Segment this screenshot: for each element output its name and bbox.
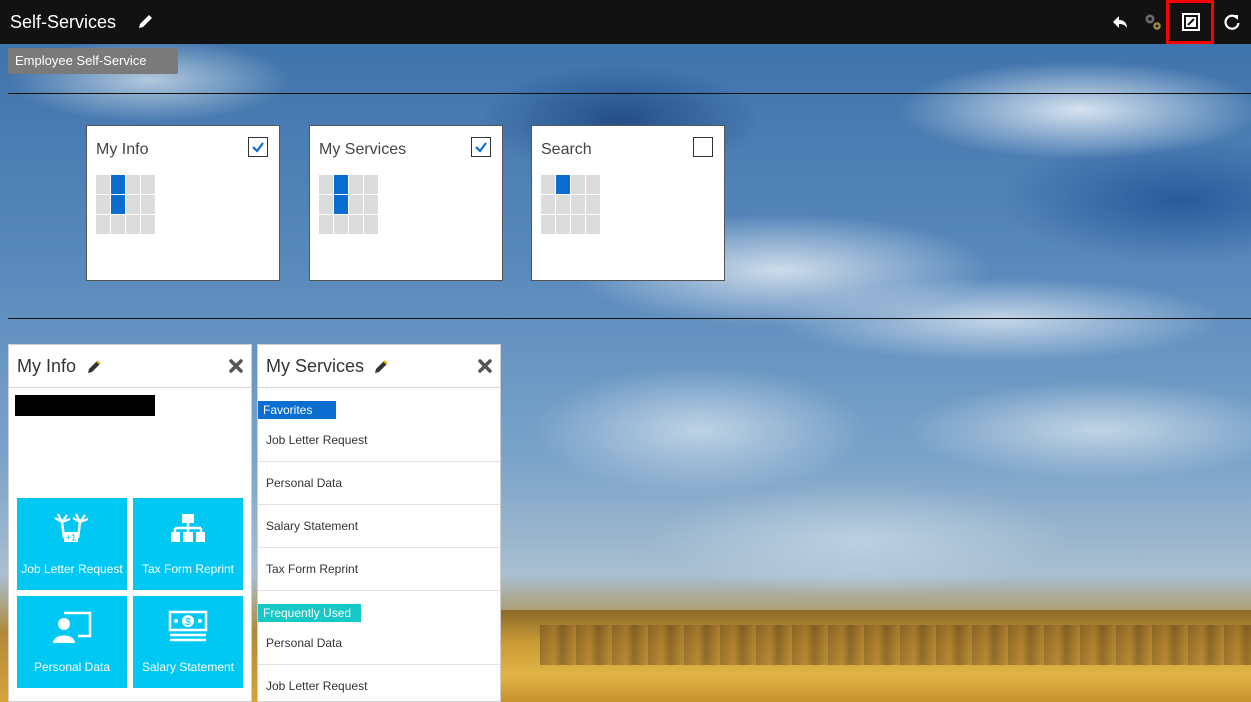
list-item[interactable]: Job Letter Request: [258, 419, 500, 462]
checkmark-icon: [475, 142, 487, 153]
trees-background: [540, 625, 1251, 665]
list-item[interactable]: Personal Data: [258, 622, 500, 665]
service-tiles: +1 Job Letter Request Tax Form Reprint P…: [17, 498, 243, 688]
frequently-used-section: Frequently Used Personal Data Job Letter…: [258, 591, 500, 701]
config-tile-my-services[interactable]: My Services: [309, 125, 503, 281]
config-checkbox[interactable]: [248, 137, 268, 157]
layout-grid-preview: [541, 175, 600, 234]
close-icon[interactable]: [477, 358, 493, 374]
tile-personal-data[interactable]: Personal Data: [17, 596, 127, 688]
panel-title: My Services: [266, 356, 365, 376]
tile-label: Tax Form Reprint: [141, 562, 235, 576]
favorites-section: Favorites Job Letter Request Personal Da…: [258, 388, 500, 591]
org-chart-icon: [171, 514, 205, 542]
pencil-icon[interactable]: [136, 13, 154, 31]
layout-grid-preview: [319, 175, 378, 234]
divider: [8, 318, 1251, 319]
pencil-icon[interactable]: [373, 359, 389, 375]
config-tile-label: My Info: [96, 141, 149, 158]
pencil-icon[interactable]: [86, 359, 102, 375]
redacted-name: [15, 395, 155, 416]
config-tile-my-info[interactable]: My Info: [86, 125, 280, 281]
refresh-icon[interactable]: [1222, 12, 1242, 32]
divider: [8, 93, 1251, 94]
close-icon[interactable]: [228, 358, 244, 374]
breadcrumb[interactable]: Employee Self-Service: [8, 48, 178, 74]
money-bill-icon: $: [168, 610, 208, 642]
tile-salary-statement[interactable]: $ Salary Statement: [133, 596, 243, 688]
checkmark-icon: [252, 142, 264, 153]
tile-label: Job Letter Request: [21, 562, 123, 576]
frequently-used-label: Frequently Used: [258, 604, 361, 622]
config-tile-search[interactable]: Search: [531, 125, 725, 281]
favorites-list: Job Letter Request Personal Data Salary …: [258, 419, 500, 591]
palm-trees-icon: +1: [54, 513, 89, 543]
list-item[interactable]: Tax Form Reprint: [258, 548, 500, 591]
tile-label: Salary Statement: [141, 660, 235, 674]
panel-header: My Services: [258, 345, 500, 388]
personalize-button[interactable]: [1166, 0, 1214, 44]
my-info-panel: My Info +1 Job Letter Request Tax Form R…: [8, 344, 252, 702]
config-tile-label: My Services: [319, 141, 407, 158]
config-tile-label: Search: [541, 141, 592, 158]
tile-label: Personal Data: [33, 660, 111, 674]
list-item[interactable]: Salary Statement: [258, 505, 500, 548]
config-checkbox[interactable]: [471, 137, 491, 157]
svg-text:$: $: [185, 617, 191, 628]
config-checkbox[interactable]: [693, 137, 713, 157]
tile-tax-form-reprint[interactable]: Tax Form Reprint: [133, 498, 243, 590]
layout-grid-preview: [96, 175, 155, 234]
personalize-icon: [1182, 13, 1200, 31]
favorites-label: Favorites: [258, 401, 336, 419]
list-item[interactable]: Job Letter Request: [258, 665, 500, 701]
frequently-used-list: Personal Data Job Letter Request: [258, 622, 500, 701]
top-bar: Self-Services: [0, 0, 1251, 44]
svg-text:+1: +1: [66, 533, 76, 543]
app-title: Self-Services: [10, 12, 117, 32]
back-icon[interactable]: [1110, 12, 1130, 32]
tile-job-letter-request[interactable]: +1 Job Letter Request: [17, 498, 127, 590]
gear-icon[interactable]: [1143, 12, 1163, 32]
panel-header: My Info: [9, 345, 251, 388]
person-board-icon: [53, 611, 92, 643]
my-services-panel: My Services Favorites Job Letter Request…: [257, 344, 501, 702]
panel-title: My Info: [17, 356, 77, 376]
list-item[interactable]: Personal Data: [258, 462, 500, 505]
